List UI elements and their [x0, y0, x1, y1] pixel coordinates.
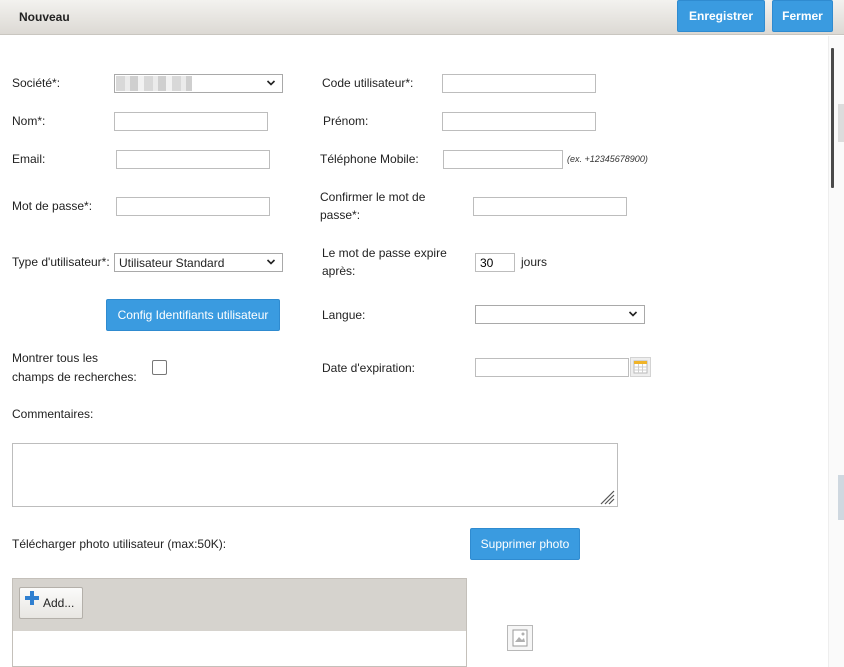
- telephone-label: Téléphone Mobile:: [320, 152, 419, 166]
- telephone-hint: (ex. +12345678900): [567, 154, 648, 164]
- confirmer-label-line1: Confirmer le mot de: [320, 190, 426, 204]
- chevron-down-icon: [266, 259, 276, 265]
- code-utilisateur-label: Code utilisateur*:: [322, 76, 414, 90]
- resize-grip-icon[interactable]: [597, 487, 615, 505]
- email-input[interactable]: [116, 150, 270, 169]
- mot-de-passe-label: Mot de passe*:: [12, 199, 93, 213]
- image-placeholder-icon: [512, 629, 528, 647]
- societe-value-redacted: [116, 76, 192, 91]
- photo-label: Télécharger photo utilisateur (max:50K):: [12, 537, 227, 551]
- type-utilisateur-label: Type d'utilisateur*:: [12, 255, 110, 269]
- nom-input[interactable]: [114, 112, 268, 131]
- calendar-button[interactable]: [630, 357, 651, 377]
- commentaires-textarea[interactable]: [12, 443, 618, 507]
- scrollbar-thumb[interactable]: [831, 48, 834, 188]
- chevron-down-icon: [628, 311, 638, 317]
- confirmer-label-line2: passe*:: [320, 208, 361, 222]
- user-photo-placeholder: [507, 625, 533, 651]
- mot-de-passe-input[interactable]: [116, 197, 270, 216]
- type-utilisateur-value: Utilisateur Standard: [119, 255, 225, 270]
- close-button[interactable]: Fermer: [772, 0, 833, 32]
- window-title: Nouveau: [19, 10, 70, 24]
- add-file-button[interactable]: Add...: [19, 587, 83, 619]
- langue-label: Langue:: [322, 308, 366, 322]
- societe-label: Société*:: [12, 76, 61, 90]
- nom-label: Nom*:: [12, 114, 46, 128]
- prenom-label: Prénom:: [323, 114, 369, 128]
- montrer-label-line2: champs de recherches:: [12, 370, 137, 384]
- confirmer-input[interactable]: [473, 197, 627, 216]
- chevron-down-icon: [266, 80, 276, 86]
- societe-select[interactable]: [114, 74, 283, 93]
- date-expiration-input[interactable]: [475, 358, 629, 377]
- expire-label-line2: après:: [322, 264, 356, 278]
- background-panel-edge: [838, 104, 844, 142]
- upload-toolbar: Add...: [13, 579, 466, 631]
- langue-select[interactable]: [475, 305, 645, 324]
- upload-panel: Add...: [12, 578, 467, 667]
- save-button[interactable]: Enregistrer: [677, 0, 765, 32]
- telephone-input[interactable]: [443, 150, 563, 169]
- config-identifiants-button[interactable]: Config Identifiants utilisateur: [106, 299, 280, 331]
- expire-unit: jours: [521, 255, 548, 269]
- calendar-icon: [633, 360, 648, 374]
- montrer-label-line1: Montrer tous les: [12, 351, 99, 365]
- expire-label-line1: Le mot de passe expire: [322, 246, 447, 260]
- code-utilisateur-input[interactable]: [442, 74, 596, 93]
- plus-icon: [25, 591, 39, 605]
- email-label: Email:: [12, 152, 46, 166]
- type-utilisateur-select[interactable]: Utilisateur Standard: [114, 253, 283, 272]
- supprimer-photo-button[interactable]: Supprimer photo: [470, 528, 580, 560]
- montrer-checkbox[interactable]: [152, 360, 167, 375]
- background-panel-edge: [838, 475, 844, 520]
- date-expiration-label: Date d'expiration:: [322, 361, 416, 375]
- prenom-input[interactable]: [442, 112, 596, 131]
- commentaires-label: Commentaires:: [12, 407, 94, 421]
- add-file-label: Add...: [43, 596, 75, 610]
- expire-days-input[interactable]: [475, 253, 515, 272]
